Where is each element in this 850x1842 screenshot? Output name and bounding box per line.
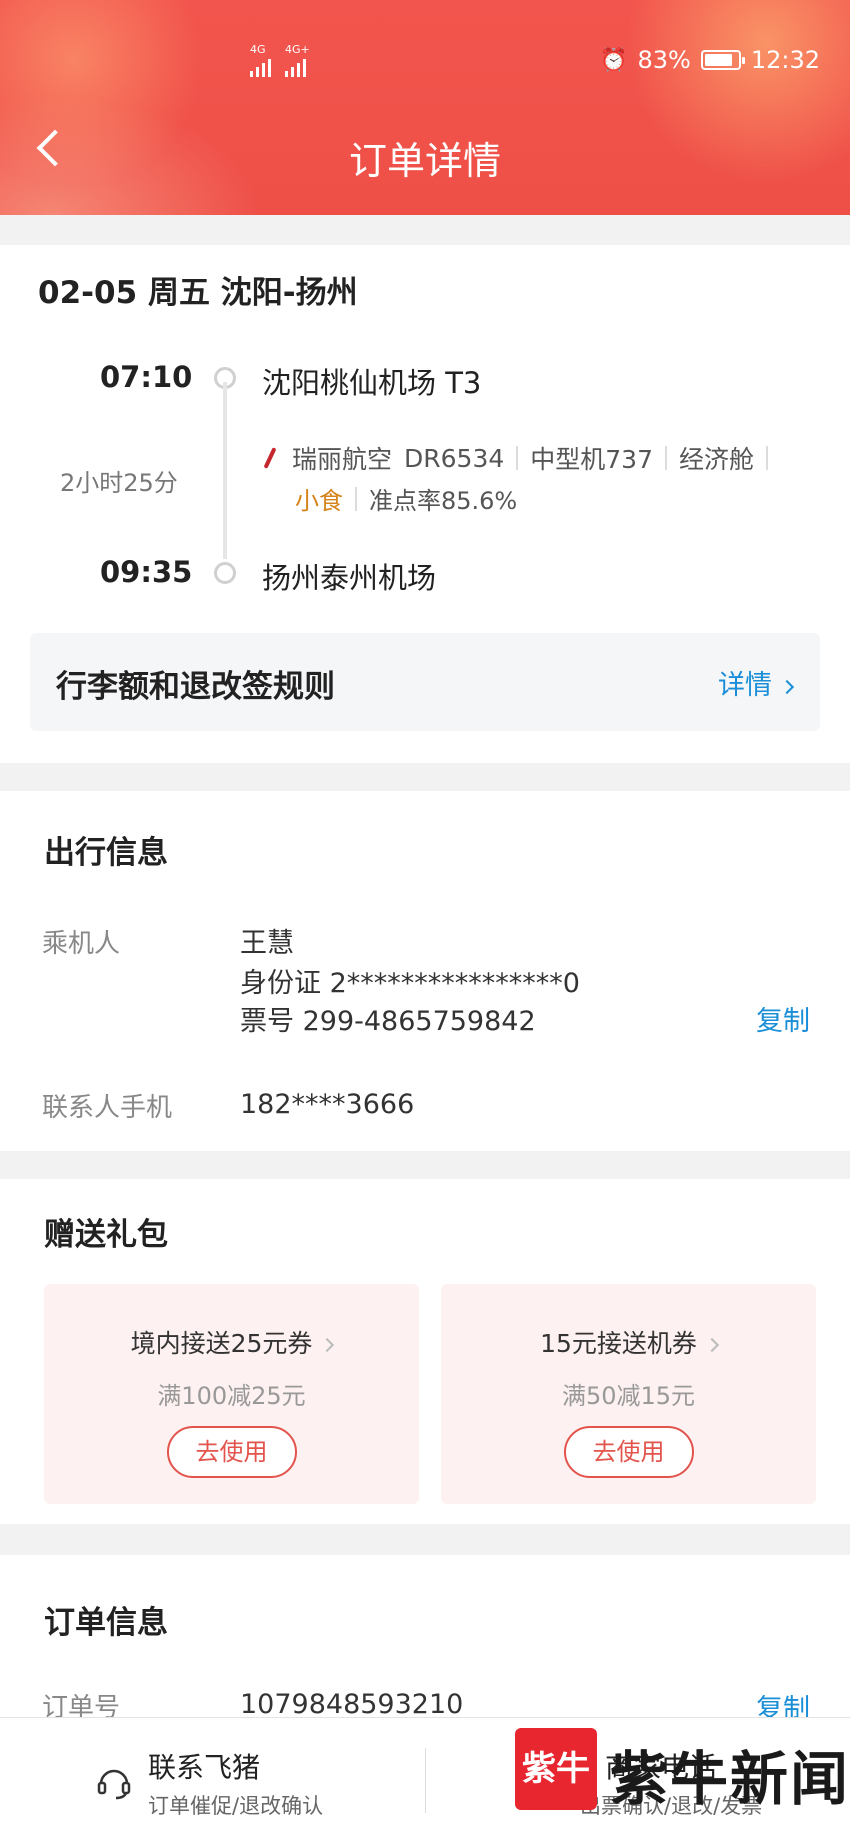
clock: 12:32 <box>750 46 820 74</box>
passenger-id: 身份证 2****************0 <box>240 968 580 999</box>
flight-meta-row: 瑞丽航空 DR6534 中型机737 经济舱 <box>262 440 768 476</box>
coupon-name: 境内接送25元券 <box>44 1324 419 1360</box>
rules-detail-link[interactable]: 详情 <box>718 663 795 702</box>
baggage-rules-title: 行李额和退改签规则 <box>56 669 335 705</box>
gift-card: 赠送礼包 境内接送25元券 满100减25元 去使用 15元接送机券 满50减1… <box>0 1179 850 1524</box>
coupon-desc: 满100减25元 <box>157 1382 306 1410</box>
contact-fliggy-sub: 订单催促/退改确认 <box>148 1794 324 1818</box>
divider <box>664 446 667 470</box>
airline-name: 瑞丽航空 <box>292 445 393 474</box>
watermark-logo: 紫牛 <box>515 1728 597 1810</box>
passenger-name: 王慧 <box>240 928 294 959</box>
signal-icon: 4G+ <box>285 44 310 77</box>
rules-detail-label: 详情 <box>718 670 772 701</box>
flight-duration: 2小时25分 <box>60 469 178 497</box>
watermark-text: 紫牛新闻 <box>610 1745 850 1813</box>
divider <box>516 446 519 470</box>
gift-title: 赠送礼包 <box>44 1217 168 1253</box>
order-number: 1079848593210 <box>240 1689 464 1720</box>
aircraft-type: 中型机737 <box>530 445 653 474</box>
network-label: 4G+ <box>285 43 310 56</box>
chevron-right-icon <box>779 679 795 694</box>
arrive-airport: 扬州泰州机场 <box>262 561 437 595</box>
status-right: ⏰ 83% 12:32 <box>600 46 820 74</box>
alarm-icon: ⏰ <box>600 47 628 73</box>
arrive-time: 09:35 <box>100 555 193 589</box>
flight-date-route: 02-05 周五 沈阳-扬州 <box>38 275 358 311</box>
coupon-desc: 满50减15元 <box>561 1382 696 1410</box>
ontime-rate: 准点率85.6% <box>369 487 518 515</box>
header: 4G 4G+ ⏰ 83% 12:32 订单详情 <box>0 0 850 215</box>
divider <box>425 1748 426 1813</box>
page-title: 订单详情 <box>348 139 501 183</box>
chevron-right-icon <box>320 1337 335 1353</box>
use-coupon-button[interactable]: 去使用 <box>166 1426 297 1478</box>
coupon-card[interactable]: 境内接送25元券 满100减25元 去使用 <box>44 1284 419 1504</box>
use-coupon-button[interactable]: 去使用 <box>563 1426 694 1478</box>
meal-info: 小食 <box>295 487 343 515</box>
depart-airport: 沈阳桃仙机场 T3 <box>262 366 482 400</box>
ticket-number: 票号 299-4865759842 <box>240 1006 536 1037</box>
battery-percent: 83% <box>637 46 691 74</box>
contact-phone: 182****3666 <box>240 1089 415 1120</box>
copy-ticket-button[interactable]: 复制 <box>756 999 810 1038</box>
cabin-class: 经济舱 <box>678 445 754 474</box>
arrive-dot-icon <box>214 562 236 584</box>
contact-phone-label: 联系人手机 <box>42 1093 173 1123</box>
flight-number: DR6534 <box>404 443 505 473</box>
chevron-right-icon <box>704 1337 719 1353</box>
flight-meta-row-2: 小食 准点率85.6% <box>295 481 517 516</box>
flight-card: 02-05 周五 沈阳-扬州 07:10 沈阳桃仙机场 T3 2小时25分 瑞丽… <box>0 245 850 763</box>
signal-indicators: 4G 4G+ <box>250 44 310 77</box>
airline-logo-icon <box>262 445 280 471</box>
baggage-rules-row[interactable]: 行李额和退改签规则 详情 <box>30 633 820 731</box>
passenger-label: 乘机人 <box>42 929 121 959</box>
order-info-title: 订单信息 <box>44 1605 168 1641</box>
travel-info-title: 出行信息 <box>44 835 168 871</box>
depart-time: 07:10 <box>100 360 193 394</box>
divider <box>355 486 357 511</box>
battery-icon <box>700 50 745 70</box>
divider <box>766 446 768 470</box>
travel-info-card: 出行信息 乘机人 王慧 身份证 2****************0 票号 29… <box>0 791 850 1151</box>
battery-fill <box>704 54 732 66</box>
coupon-card[interactable]: 15元接送机券 满50减15元 去使用 <box>441 1284 816 1504</box>
coupon-name: 15元接送机券 <box>441 1324 816 1360</box>
signal-icon: 4G <box>250 44 271 77</box>
timeline-line <box>223 382 227 559</box>
headset-icon <box>97 1769 131 1800</box>
status-bar: 4G 4G+ ⏰ 83% 12:32 <box>0 44 850 80</box>
network-label: 4G <box>250 43 266 56</box>
contact-fliggy-title: 联系飞猪 <box>148 1751 261 1784</box>
